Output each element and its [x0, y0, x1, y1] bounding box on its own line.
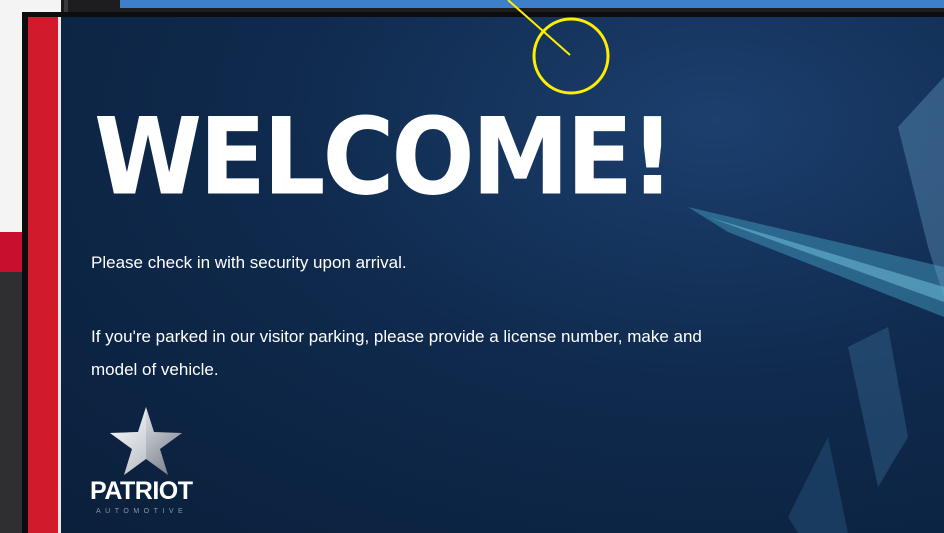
logo-brand-text: PATRIOT: [90, 477, 193, 505]
visitor-parking-text: If you're parked in our visitor parking,…: [91, 327, 702, 379]
welcome-heading: WELCOME!: [94, 96, 675, 220]
security-checkin-text: Please check in with security upon arriv…: [91, 253, 407, 272]
welcome-sign-display: WELCOME! Please check in with security u…: [28, 17, 944, 533]
logo-tagline-text: AUTOMOTIVE: [96, 508, 188, 515]
background-blue-bar: [120, 0, 944, 8]
star-icon: [110, 407, 182, 475]
patriot-automotive-logo: PATRIOT AUTOMOTIVE: [88, 407, 238, 527]
